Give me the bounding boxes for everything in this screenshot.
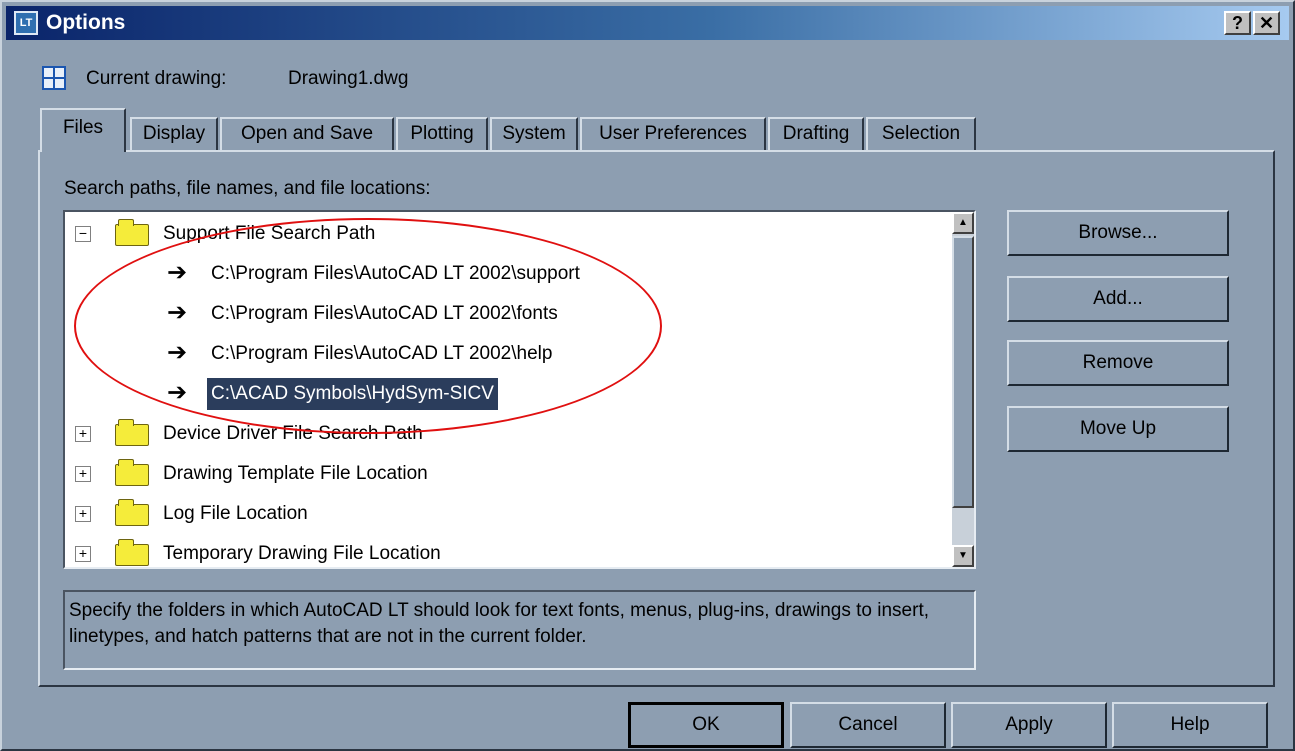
- folder-icon: [115, 459, 149, 486]
- add-button[interactable]: Add...: [1007, 276, 1229, 322]
- tab-selection[interactable]: Selection: [866, 117, 976, 151]
- tree-item-temporary-drawing-location[interactable]: + Temporary Drawing File Location: [75, 538, 675, 567]
- scroll-down-arrow-icon[interactable]: ▼: [952, 545, 974, 567]
- tree-item-label: C:\Program Files\AutoCAD LT 2002\support: [211, 263, 580, 284]
- tree-item-label: Drawing Template File Location: [163, 463, 428, 484]
- tab-display[interactable]: Display: [130, 117, 218, 151]
- path-arrow-icon: ➔: [167, 259, 188, 286]
- tab-user-preferences[interactable]: User Preferences: [580, 117, 766, 151]
- close-button[interactable]: ✕: [1253, 11, 1280, 35]
- folder-icon: [115, 539, 149, 566]
- scroll-thumb[interactable]: [952, 236, 974, 508]
- tab-plotting[interactable]: Plotting: [396, 117, 488, 151]
- open-folder-icon: [115, 219, 149, 246]
- tab-files[interactable]: Files: [40, 108, 126, 152]
- browse-button[interactable]: Browse...: [1007, 210, 1229, 256]
- tree-item-label: Temporary Drawing File Location: [163, 543, 441, 564]
- tab-open-and-save[interactable]: Open and Save: [220, 117, 394, 151]
- folder-icon: [115, 419, 149, 446]
- search-paths-tree[interactable]: − Support File Search Path ➔ C:\Program …: [63, 210, 976, 569]
- tree-item-label: Log File Location: [163, 503, 308, 524]
- tab-drafting[interactable]: Drafting: [768, 117, 864, 151]
- tree-item-label: Device Driver File Search Path: [163, 423, 423, 444]
- expand-icon[interactable]: +: [75, 506, 91, 522]
- expand-icon[interactable]: +: [75, 546, 91, 562]
- window-title: Options: [46, 11, 126, 34]
- scroll-up-arrow-icon[interactable]: ▲: [952, 212, 974, 234]
- tree-item-label-selected: C:\ACAD Symbols\HydSym-SICV: [207, 378, 498, 410]
- drawing-icon: [42, 66, 66, 90]
- expand-icon[interactable]: +: [75, 466, 91, 482]
- tree-item-log-file-location[interactable]: + Log File Location: [75, 498, 675, 530]
- expand-icon[interactable]: +: [75, 426, 91, 442]
- move-up-button[interactable]: Move Up: [1007, 406, 1229, 452]
- autocad-lt-icon: LT: [14, 11, 38, 35]
- remove-button[interactable]: Remove: [1007, 340, 1229, 386]
- apply-button[interactable]: Apply: [951, 702, 1107, 748]
- options-dialog: LT Options ? ✕ Current drawing: Drawing1…: [0, 0, 1295, 751]
- tree-vertical-scrollbar[interactable]: ▲ ▼: [952, 212, 974, 567]
- tree-item-label: C:\Program Files\AutoCAD LT 2002\fonts: [211, 303, 558, 324]
- current-drawing-label: Current drawing:: [86, 68, 227, 89]
- tree-child-support-path[interactable]: ➔ C:\Program Files\AutoCAD LT 2002\suppo…: [75, 258, 875, 290]
- path-arrow-icon: ➔: [167, 339, 188, 366]
- search-paths-label: Search paths, file names, and file locat…: [64, 178, 431, 199]
- tree-child-help-path[interactable]: ➔ C:\Program Files\AutoCAD LT 2002\help: [75, 338, 875, 370]
- folder-icon: [115, 499, 149, 526]
- path-arrow-icon: ➔: [167, 379, 188, 406]
- tree-child-hydsym-path[interactable]: ➔ C:\ACAD Symbols\HydSym-SICV: [75, 378, 875, 410]
- tab-system[interactable]: System: [490, 117, 578, 151]
- help-title-button[interactable]: ?: [1224, 11, 1251, 35]
- tree-child-fonts-path[interactable]: ➔ C:\Program Files\AutoCAD LT 2002\fonts: [75, 298, 875, 330]
- tree-item-support-file-search-path[interactable]: − Support File Search Path: [75, 218, 675, 250]
- collapse-icon[interactable]: −: [75, 226, 91, 242]
- description-box: Specify the folders in which AutoCAD LT …: [63, 590, 976, 670]
- ok-button[interactable]: OK: [628, 702, 784, 748]
- tree-item-label: Support File Search Path: [163, 223, 376, 244]
- cancel-button[interactable]: Cancel: [790, 702, 946, 748]
- current-drawing-value: Drawing1.dwg: [288, 68, 409, 89]
- tree-item-label: C:\Program Files\AutoCAD LT 2002\help: [211, 343, 553, 364]
- title-bar: LT Options ? ✕: [6, 6, 1289, 40]
- path-arrow-icon: ➔: [167, 299, 188, 326]
- tree-item-device-driver-path[interactable]: + Device Driver File Search Path: [75, 418, 675, 450]
- help-button[interactable]: Help: [1112, 702, 1268, 748]
- tree-item-drawing-template-location[interactable]: + Drawing Template File Location: [75, 458, 675, 490]
